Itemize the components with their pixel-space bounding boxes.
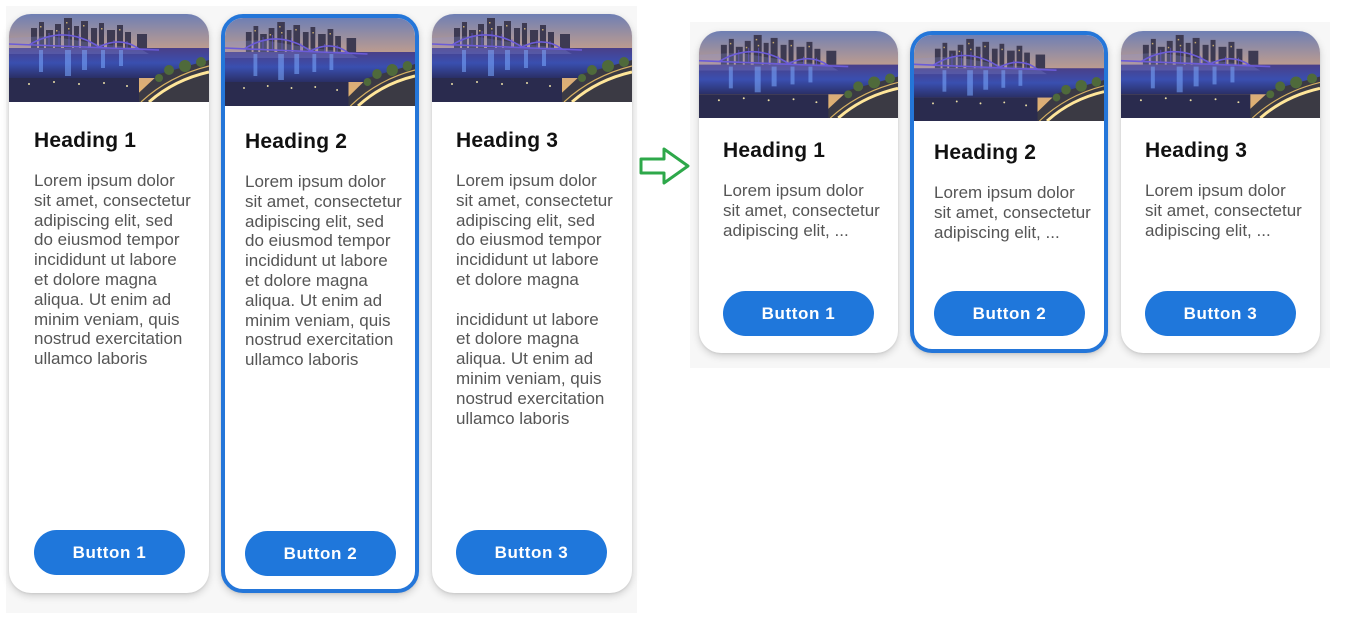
card-image [914,35,1104,121]
card-1: Heading 1 Lorem ipsum dolor sit amet, co… [9,14,209,593]
card-1: Heading 1 Lorem ipsum dolor sit amet, co… [699,31,898,353]
card-body: Lorem ipsum dolor sit amet, consectetur … [456,171,616,428]
card-heading: Heading 3 [1145,139,1248,162]
card-paragraph: Lorem ipsum dolor sit amet, consectetur … [1145,181,1302,240]
card-body: Lorem ipsum dolor sit amet, consectetur … [245,172,405,370]
after-panel: Heading 1 Lorem ipsum dolor sit amet, co… [690,22,1330,368]
card-paragraph: Lorem ipsum dolor sit amet, consectetur … [934,183,1091,242]
right-arrow-icon [639,147,690,185]
card-2: Heading 2 Lorem ipsum dolor sit amet, co… [221,14,419,593]
card-3: Heading 3 Lorem ipsum dolor sit amet, co… [1121,31,1320,353]
button-1[interactable]: Button 1 [34,530,185,575]
card-heading: Heading 3 [456,129,559,152]
button-3[interactable]: Button 3 [1145,291,1296,336]
card-image [9,14,209,102]
card-image [432,14,632,102]
button-1[interactable]: Button 1 [723,291,874,336]
card-3: Heading 3 Lorem ipsum dolor sit amet, co… [432,14,632,593]
button-3[interactable]: Button 3 [456,530,607,575]
before-panel: Heading 1 Lorem ipsum dolor sit amet, co… [6,6,637,613]
card-heading: Heading 1 [34,129,137,152]
card-heading: Heading 1 [723,139,826,162]
card-paragraph: incididunt ut labore et dolore magna ali… [456,309,605,428]
card-paragraph: Lorem ipsum dolor sit amet, consectetur … [245,172,402,370]
card-2: Heading 2 Lorem ipsum dolor sit amet, co… [910,31,1108,353]
button-2[interactable]: Button 2 [934,291,1085,336]
card-heading: Heading 2 [245,130,348,153]
card-body: Lorem ipsum dolor sit amet, consectetur … [34,171,194,369]
card-body: Lorem ipsum dolor sit amet, consectetur … [1145,181,1305,240]
card-paragraph: Lorem ipsum dolor sit amet, consectetur … [456,171,613,289]
card-image [225,18,415,106]
card-body: Lorem ipsum dolor sit amet, consectetur … [934,183,1094,242]
card-image [1121,31,1320,118]
button-2[interactable]: Button 2 [245,531,396,576]
card-heading: Heading 2 [934,141,1037,164]
card-paragraph: Lorem ipsum dolor sit amet, consectetur … [34,171,191,369]
card-paragraph: Lorem ipsum dolor sit amet, consectetur … [723,181,880,240]
card-image [699,31,898,118]
card-body: Lorem ipsum dolor sit amet, consectetur … [723,181,883,240]
